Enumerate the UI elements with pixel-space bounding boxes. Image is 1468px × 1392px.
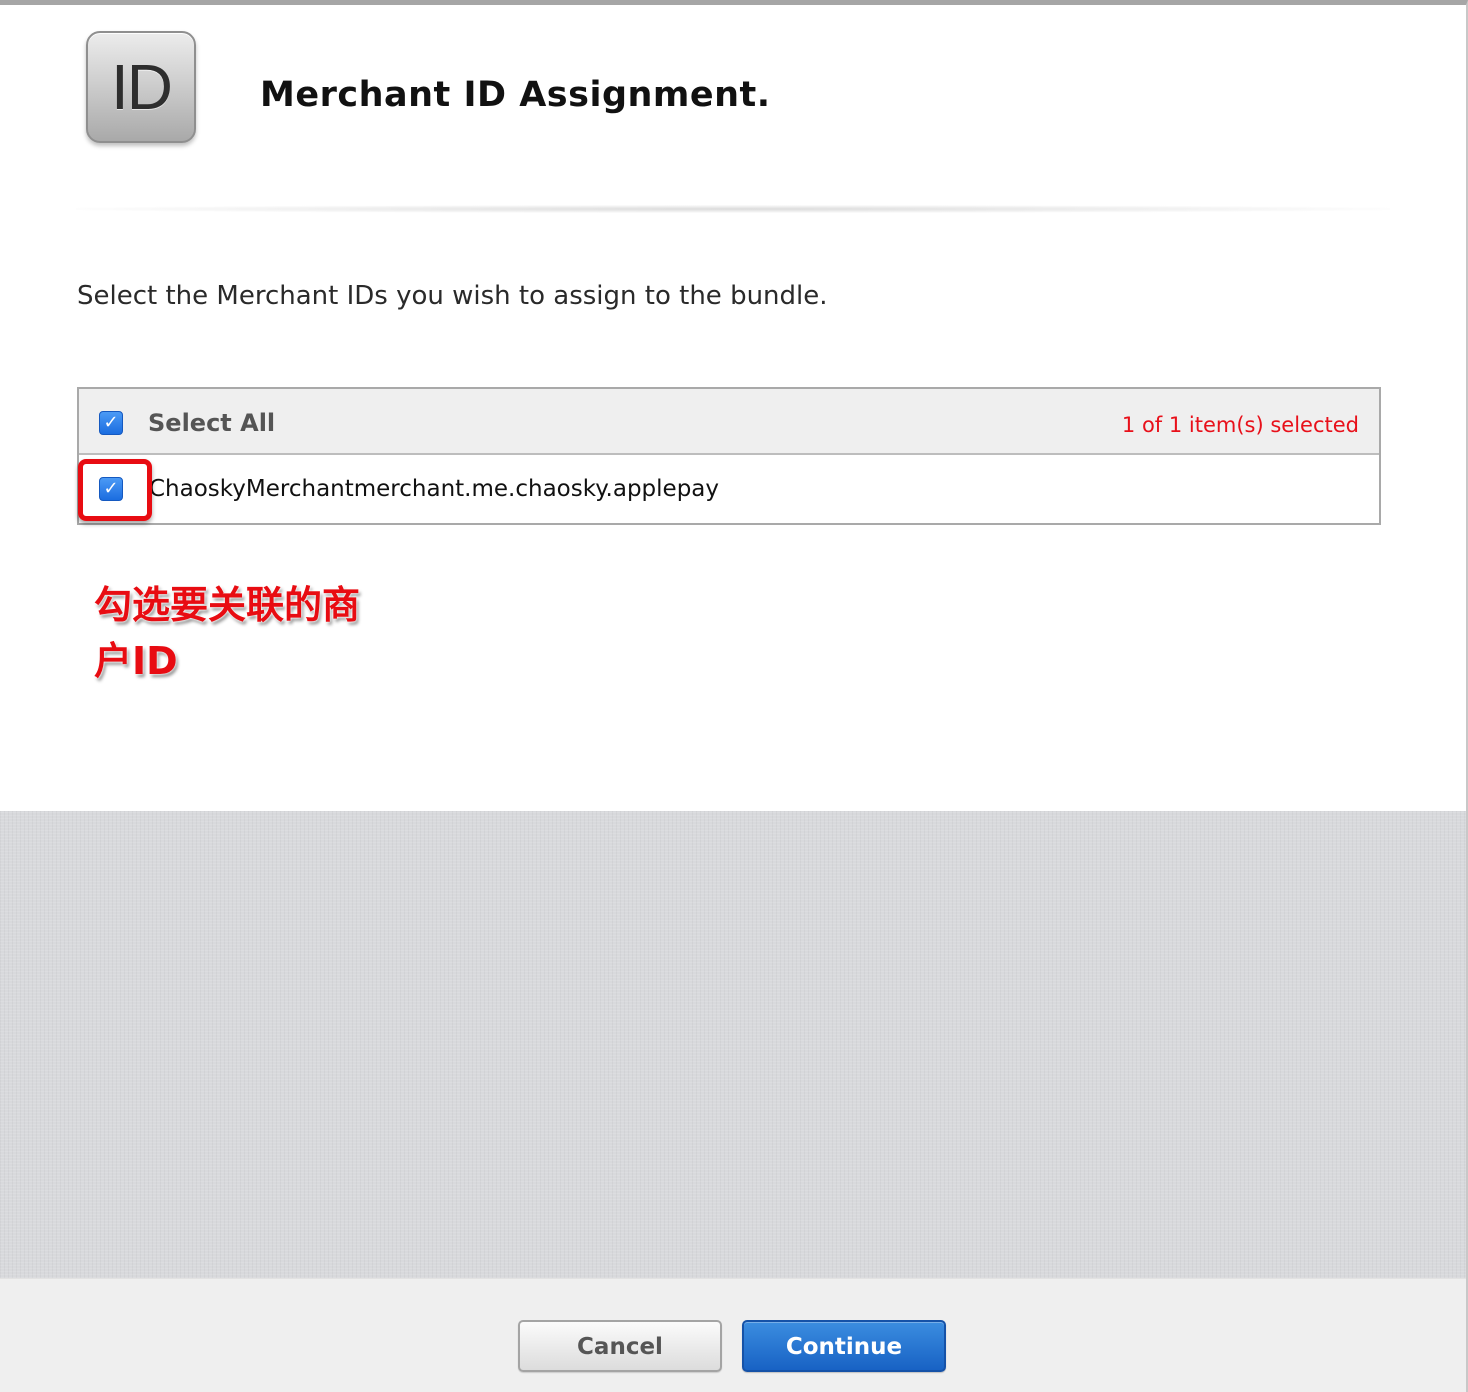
merchant-id-checkbox[interactable]: ✓ [99, 477, 123, 501]
annotation-callout: 勾选要关联的商 户ID [94, 577, 414, 689]
checkmark-icon: ✓ [103, 478, 119, 499]
select-all-label[interactable]: Select All [148, 409, 275, 437]
merchant-id-label: ChaoskyMerchantmerchant.me.chaosky.apple… [149, 476, 720, 502]
id-app-icon: ID [86, 31, 196, 143]
selected-count-status: 1 of 1 item(s) selected [1121, 413, 1359, 437]
header-divider [76, 205, 1390, 213]
instruction-text: Select the Merchant IDs you wish to assi… [77, 281, 828, 311]
page-header: ID Merchant ID Assignment. [0, 5, 1466, 215]
cancel-button[interactable]: Cancel [518, 1320, 722, 1372]
empty-backdrop-area [0, 811, 1466, 1278]
footer-bar: Cancel Continue [0, 1278, 1466, 1392]
annotation-line-1: 勾选要关联的商 [94, 583, 361, 627]
merchant-id-table: ✓ Select All 1 of 1 item(s) selected ✓ C… [77, 387, 1381, 525]
table-row: ✓ ChaoskyMerchantmerchant.me.chaosky.app… [79, 455, 1379, 523]
table-header-row: ✓ Select All 1 of 1 item(s) selected [79, 389, 1379, 455]
continue-button[interactable]: Continue [742, 1320, 946, 1372]
merchant-id-assignment-page: ID Merchant ID Assignment. Select the Me… [0, 0, 1468, 1392]
annotation-line-2: 户ID [94, 639, 178, 683]
select-all-checkbox[interactable]: ✓ [99, 411, 123, 435]
id-app-icon-text: ID [111, 51, 173, 123]
page-title: Merchant ID Assignment. [260, 75, 771, 115]
checkmark-icon: ✓ [103, 412, 119, 433]
